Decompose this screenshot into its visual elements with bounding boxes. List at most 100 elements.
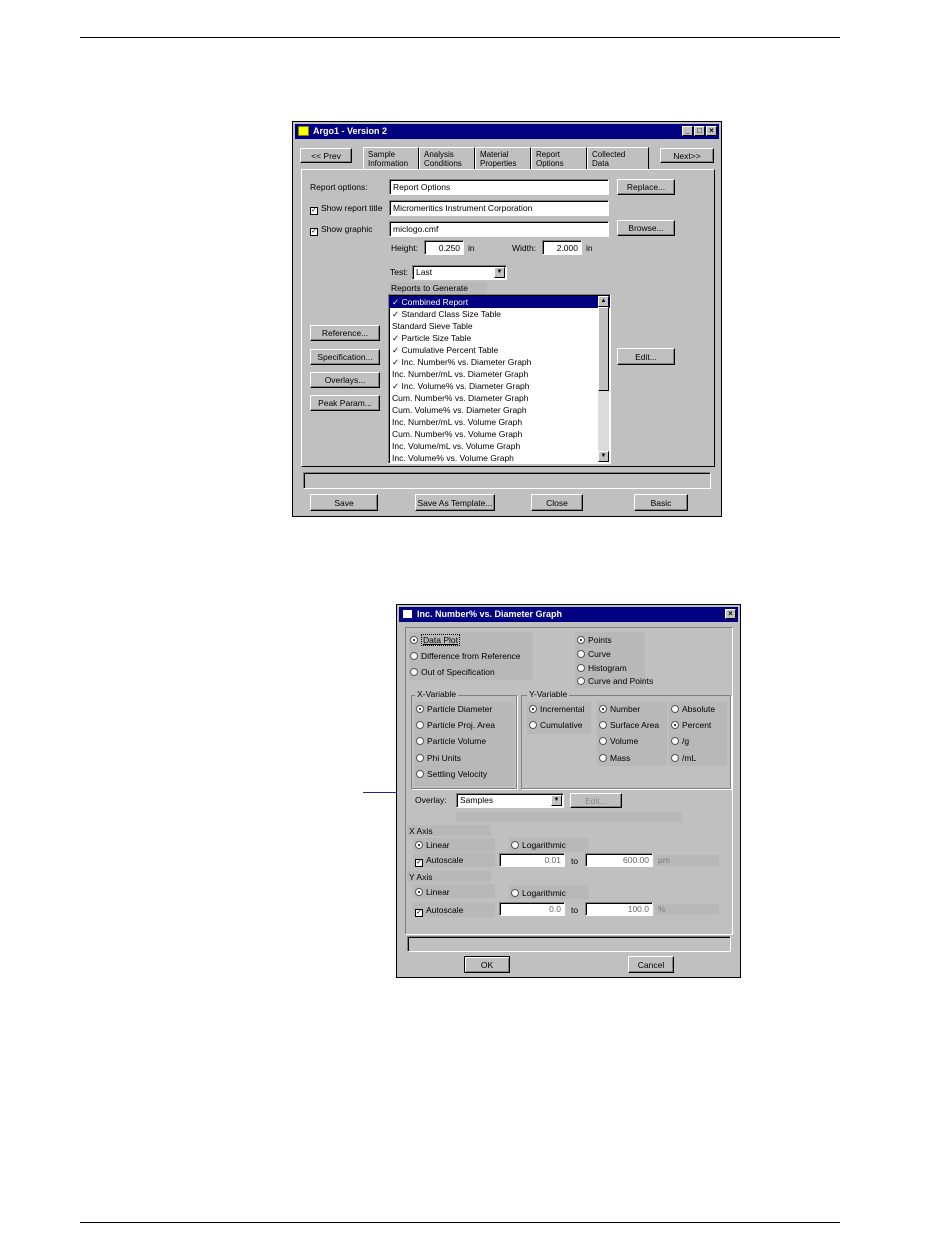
radio-icon [416,770,424,778]
specification-button[interactable]: Specification... [310,349,380,365]
save-as-template-button[interactable]: Save As Template... [415,494,495,511]
list-item[interactable]: ✓ Standard Class Size Table [389,308,610,320]
basic-button[interactable]: Basic [634,494,688,511]
radio-icon [410,636,418,644]
radio-icon [671,737,679,745]
close-icon[interactable]: × [725,609,736,619]
x-logarithmic-radio[interactable]: Logarithmic [511,839,566,851]
curve-and-points-radio[interactable]: Curve and Points [577,675,653,687]
surface-area-radio[interactable]: Surface Area [599,719,659,731]
x-var-radio-particle-volume[interactable]: Particle Volume [416,735,486,747]
x-var-radio-settling-velocity[interactable]: Settling Velocity [416,768,487,780]
x-max-field[interactable]: 600.00 [585,853,653,867]
x-variable-label: X-Variable [415,689,459,700]
cancel-button[interactable]: Cancel [628,956,674,973]
top-rule [80,37,840,38]
x-var-radio-particle-diameter[interactable]: Particle Diameter [416,703,492,715]
y-autoscale-checkbox[interactable]: ✓ Autoscale [415,904,463,917]
tab-report-options[interactable]: Report Options [531,147,587,169]
scroll-up-icon[interactable]: ▲ [598,296,609,307]
x-autoscale-checkbox[interactable]: ✓ Autoscale [415,854,463,867]
x-var-radio-proj-area[interactable]: Particle Proj. Area [416,719,495,731]
list-item[interactable]: ✓ Inc. Volume% vs. Diameter Graph [389,380,610,392]
close-icon[interactable]: × [706,126,717,136]
reference-button[interactable]: Reference... [310,325,380,341]
report-title-field[interactable]: Micromeritics Instrument Corporation [389,200,609,216]
y-max-field[interactable]: 100.0 [585,902,653,916]
out-of-specification-radio[interactable]: Out of Specification [410,666,495,678]
chevron-down-icon[interactable]: ▼ [494,267,505,278]
points-radio[interactable]: Points [577,634,612,646]
show-graphic-checkbox[interactable]: ✓ Show graphic [310,223,373,236]
percent-radio[interactable]: Percent [671,719,711,731]
save-button[interactable]: Save [310,494,378,511]
absolute-radio[interactable]: Absolute [671,703,715,715]
scrollbar[interactable]: ▲ ▼ [598,296,609,462]
y-logarithmic-radio[interactable]: Logarithmic [511,887,566,899]
list-item[interactable]: ✓ Inc. Number% vs. Diameter Graph [389,356,610,368]
prev-button[interactable]: << Prev [300,148,352,163]
check-icon: ✓ [415,909,423,917]
radio-icon [577,677,585,685]
scroll-down-icon[interactable]: ▼ [598,451,609,462]
list-item[interactable]: Cum. Number% vs. Diameter Graph [389,392,610,404]
radio-icon [599,705,607,713]
close-button[interactable]: Close [531,494,583,511]
edit-button[interactable]: Edit... [617,348,675,365]
per-ml-radio[interactable]: /mL [671,752,696,764]
show-report-title-checkbox[interactable]: ✓ Show report title [310,202,382,215]
list-item[interactable]: Cum. Number% vs. Volume Graph [389,428,610,440]
y-min-field[interactable]: 0.0 [499,902,565,916]
histogram-radio[interactable]: Histogram [577,662,627,674]
data-plot-radio[interactable]: Data Plot [410,634,460,646]
list-item[interactable]: ✓ Cumulative Percent Table [389,344,610,356]
incremental-radio[interactable]: Incremental [529,703,584,715]
list-item[interactable]: Standard Sieve Table [389,320,610,332]
tab-material-properties[interactable]: Material Properties [475,147,531,169]
radio-icon [410,652,418,660]
tab-sample-information[interactable]: Sample Information [363,147,419,169]
chevron-down-icon[interactable]: ▼ [551,795,562,806]
radio-icon [599,721,607,729]
tab-analysis-conditions[interactable]: Analysis Conditions [419,147,475,169]
x-var-radio-phi-units[interactable]: Phi Units [416,752,461,764]
list-item[interactable]: Inc. Volume% vs. Volume Graph [389,452,610,463]
width-field[interactable]: 2.000 [542,240,582,255]
volume-radio[interactable]: Volume [599,735,638,747]
mass-radio[interactable]: Mass [599,752,630,764]
scroll-thumb[interactable] [598,307,609,391]
per-gram-radio[interactable]: /g [671,735,689,747]
reports-listbox[interactable]: ✓ Combined Report ✓ Standard Class Size … [388,294,611,464]
radio-icon [599,754,607,762]
overlay-select[interactable]: Samples ▼ [456,793,564,808]
overlays-button[interactable]: Overlays... [310,372,380,388]
list-item[interactable]: Cum. Volume% vs. Diameter Graph [389,404,610,416]
list-item[interactable]: ✓ Particle Size Table [389,332,610,344]
graphic-file-field[interactable]: miclogo.cmf [389,221,609,237]
list-item[interactable]: Inc. Volume/mL vs. Volume Graph [389,440,610,452]
minimize-icon[interactable]: _ [682,126,693,136]
list-item[interactable]: Inc. Number/mL vs. Volume Graph [389,416,610,428]
tab-collected-data[interactable]: Collected Data [587,147,649,169]
list-item[interactable]: Inc. Number/mL vs. Diameter Graph [389,368,610,380]
number-radio[interactable]: Number [599,703,640,715]
height-field[interactable]: 0.250 [424,240,464,255]
x-linear-radio[interactable]: Linear [415,839,450,851]
replace-button[interactable]: Replace... [617,179,675,195]
next-button[interactable]: Next>> [660,148,714,163]
window-title: Argo1 - Version 2 [313,126,388,136]
peak-param-button[interactable]: Peak Param... [310,395,380,411]
ok-button[interactable]: OK [464,956,510,973]
y-linear-radio[interactable]: Linear [415,886,450,898]
curve-radio[interactable]: Curve [577,648,611,660]
test-select[interactable]: Last ▼ [412,265,507,280]
report-options-field[interactable]: Report Options [389,179,609,195]
cumulative-radio[interactable]: Cumulative [529,719,583,731]
x-min-field[interactable]: 0.01 [499,853,565,867]
browse-button[interactable]: Browse... [617,220,675,236]
list-item[interactable]: ✓ Combined Report [389,296,610,308]
difference-from-reference-radio[interactable]: Difference from Reference [410,650,521,662]
dialog-title: Inc. Number% vs. Diameter Graph [417,609,563,619]
overlay-edit-button[interactable]: Edit... [570,793,622,808]
maximize-icon[interactable]: □ [694,126,705,136]
